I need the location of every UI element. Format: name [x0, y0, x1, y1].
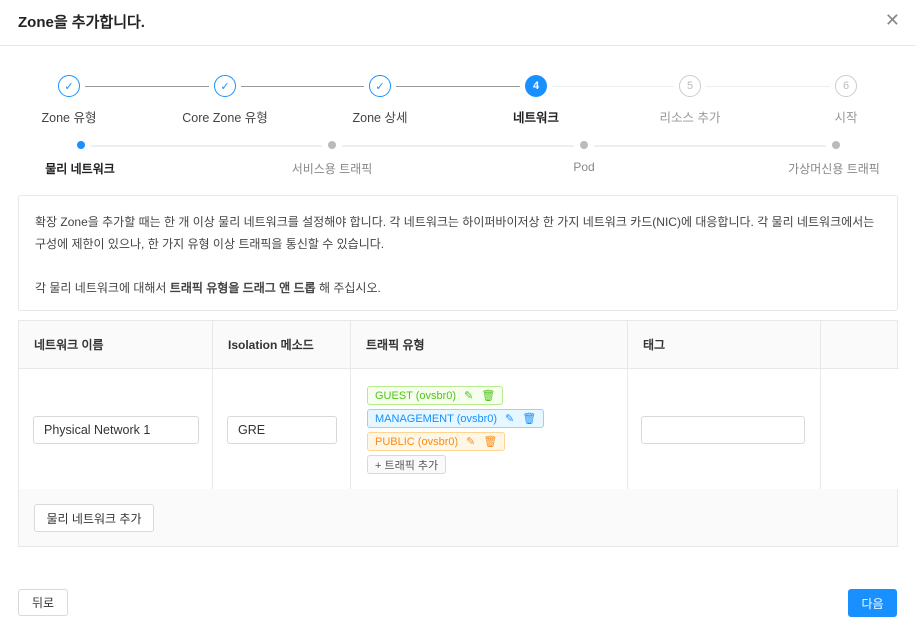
- substep-dot: [832, 141, 840, 149]
- traffic-tag[interactable]: GUEST (ovsbr0) ✎ 🗑︎: [367, 386, 504, 405]
- cell-actions: [821, 368, 899, 489]
- edit-icon[interactable]: ✎: [464, 389, 473, 402]
- traffic-label: MANAGEMENT (ovsbr0): [375, 412, 498, 425]
- back-button[interactable]: 뒤로: [18, 589, 68, 616]
- substep-dot: [328, 141, 336, 149]
- dialog-title: Zone을 추가합니다.: [18, 14, 145, 31]
- step-4-label: 네트워크: [512, 111, 560, 125]
- step-5-indicator: 5: [679, 75, 701, 97]
- check-icon: ✓: [375, 80, 385, 93]
- traffic-tag[interactable]: PUBLIC (ovsbr0) ✎ 🗑︎: [367, 432, 506, 451]
- substep-dot: [77, 141, 85, 149]
- step-6-label: 시작: [834, 111, 858, 125]
- instruction-suffix: 해 주십시오.: [315, 281, 381, 295]
- cell-tag: [628, 368, 821, 489]
- instruction-bold: 트래픽 유형을 드래그 앤 드롭: [169, 281, 316, 295]
- header-actions: [821, 321, 899, 368]
- header-tag: 태그: [628, 321, 821, 368]
- edit-icon[interactable]: ✎: [466, 435, 475, 448]
- substep-label: 물리 네트워크: [45, 162, 115, 176]
- header-isolation: Isolation 메소드: [213, 321, 351, 368]
- step-3-label: Zone 상세: [352, 111, 408, 125]
- substep-label: Pod: [573, 160, 595, 174]
- substep-label: 서비스용 트래픽: [291, 162, 373, 176]
- step-connector: [396, 86, 520, 87]
- instruction-prefix: 각 물리 네트워크에 대해서: [35, 281, 170, 295]
- network-name-input[interactable]: [33, 416, 199, 444]
- traffic-tag[interactable]: MANAGEMENT (ovsbr0) ✎ 🗑︎: [367, 409, 545, 428]
- info-instruction: 각 물리 네트워크에 대해서 트래픽 유형을 드래그 앤 드롭 해 주십시오.: [35, 277, 881, 299]
- substep-connector: [594, 145, 826, 147]
- edit-icon[interactable]: ✎: [505, 412, 514, 425]
- step-2-indicator: ✓: [214, 75, 236, 97]
- substep-connector: [91, 145, 322, 147]
- step-3-indicator: ✓: [369, 75, 391, 97]
- step-1-label: Zone 유형: [41, 111, 97, 125]
- step-number: 5: [686, 80, 694, 92]
- step-connector: [552, 86, 674, 87]
- add-traffic-button[interactable]: + 트래픽 추가: [367, 455, 447, 474]
- isolation-input[interactable]: [227, 416, 337, 444]
- step-connector: [241, 86, 364, 87]
- substep-dot: [580, 141, 588, 149]
- step-connector: [706, 86, 830, 87]
- step-number: 6: [842, 80, 850, 92]
- substep-connector: [342, 145, 574, 147]
- cell-network-name: [19, 368, 213, 489]
- close-icon[interactable]: ✕: [885, 10, 900, 31]
- next-button[interactable]: 다음: [848, 589, 897, 617]
- step-4-indicator: 4: [525, 75, 547, 97]
- delete-icon[interactable]: 🗑︎: [483, 435, 497, 448]
- traffic-label: GUEST (ovsbr0): [375, 389, 457, 402]
- cell-traffic: GUEST (ovsbr0) ✎ 🗑︎ MANAGEMENT (ovsbr0) ✎ 🗑︎ P…: [351, 368, 628, 489]
- delete-icon[interactable]: 🗑︎: [481, 389, 495, 402]
- step-6-indicator: 6: [835, 75, 857, 97]
- tag-input[interactable]: [641, 416, 805, 444]
- add-physical-network-button[interactable]: 물리 네트워크 추가: [34, 504, 154, 532]
- step-1-indicator: ✓: [58, 75, 80, 97]
- header-network-name: 네트워크 이름: [19, 321, 213, 368]
- traffic-label: PUBLIC (ovsbr0): [375, 435, 459, 448]
- step-5-label: 리소스 추가: [659, 111, 721, 125]
- delete-icon[interactable]: 🗑︎: [522, 412, 536, 425]
- divider: [0, 45, 916, 46]
- substep-label: 가상머신용 트래픽: [788, 162, 880, 176]
- info-box: 확장 Zone을 추가할 때는 한 개 이상 물리 네트워크를 설정해야 합니다…: [18, 195, 898, 311]
- step-connector: [85, 86, 209, 87]
- header-traffic: 트래픽 유형: [351, 321, 628, 368]
- step-2-label: Core Zone 유형: [182, 111, 268, 125]
- check-icon: ✓: [64, 80, 74, 93]
- step-number: 4: [532, 80, 540, 92]
- network-table: 네트워크 이름 Isolation 메소드 트래픽 유형 태그 GUEST (o…: [18, 320, 899, 547]
- info-text: 확장 Zone을 추가할 때는 한 개 이상 물리 네트워크를 설정해야 합니다…: [35, 215, 875, 251]
- check-icon: ✓: [220, 80, 230, 93]
- cell-isolation: [213, 368, 351, 489]
